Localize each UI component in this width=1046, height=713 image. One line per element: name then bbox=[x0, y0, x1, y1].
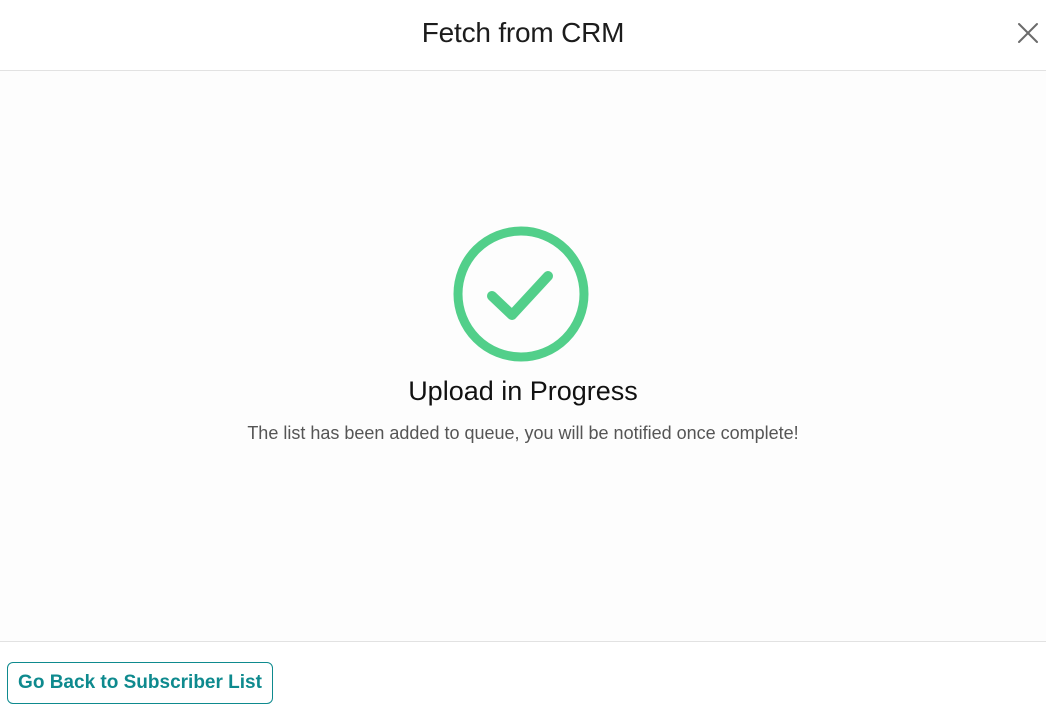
go-back-button[interactable]: Go Back to Subscriber List bbox=[7, 662, 273, 704]
modal-title: Fetch from CRM bbox=[421, 17, 625, 48]
status-message: The list has been added to queue, you wi… bbox=[247, 423, 799, 443]
check-circle-icon bbox=[453, 226, 589, 362]
modal-body: Upload in Progress The list has been add… bbox=[0, 71, 1046, 641]
close-button[interactable] bbox=[1014, 19, 1042, 47]
modal-footer: Go Back to Subscriber List bbox=[0, 641, 1046, 713]
status-title: Upload in Progress bbox=[408, 376, 638, 406]
close-icon bbox=[1018, 23, 1038, 43]
modal-header: Fetch from CRM bbox=[0, 0, 1046, 71]
